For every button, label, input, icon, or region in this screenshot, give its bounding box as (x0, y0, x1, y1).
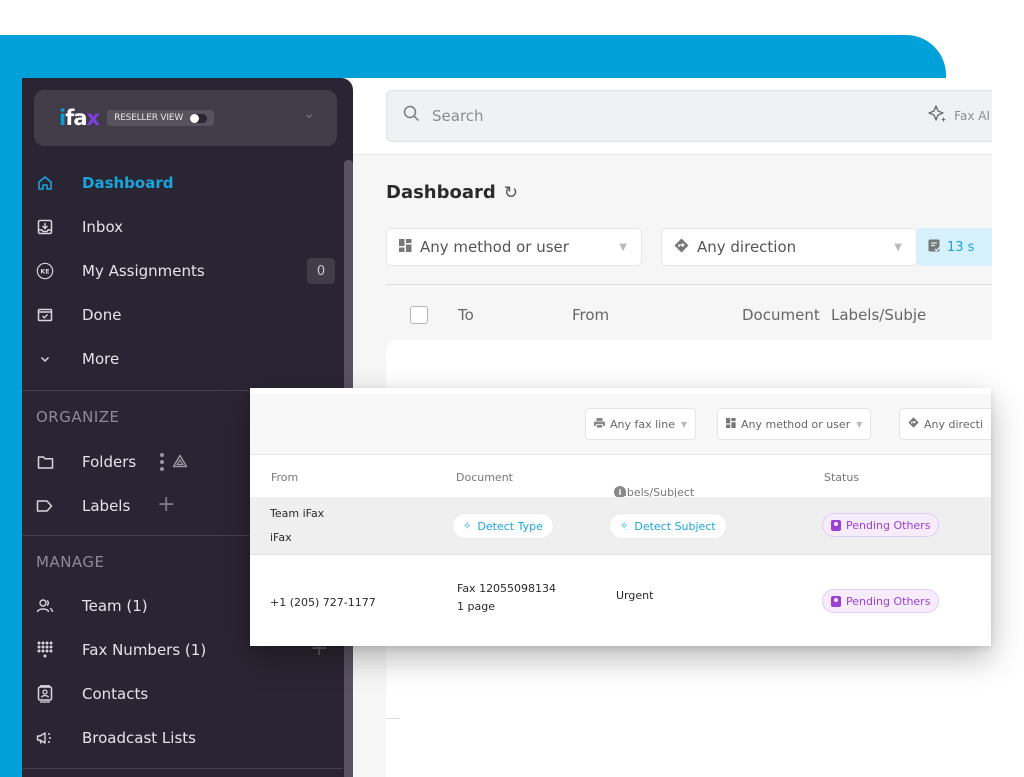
direction-filter-label: Any direction (697, 238, 797, 256)
sparkle-icon: ✧ (620, 520, 629, 532)
detect-subject-button[interactable]: ✧ Detect Subject (610, 514, 726, 538)
manage-section-title: MANAGE (36, 553, 105, 571)
select-all-checkbox[interactable] (410, 306, 428, 324)
method-user-filter[interactable]: Any method or user ▼ (386, 228, 642, 266)
contacts-icon (36, 685, 54, 703)
status-badge-label: Pending Others (846, 594, 931, 608)
page-title: Dashboard ↻ (386, 182, 518, 203)
refresh-icon[interactable]: ↻ (504, 183, 518, 203)
column-header-status[interactable]: Status (824, 471, 859, 484)
caret-down-icon: ▼ (619, 241, 627, 253)
sidebar-item-done[interactable]: Done (22, 300, 342, 330)
caret-down-icon: ▼ (894, 241, 902, 253)
toggle-switch[interactable] (190, 113, 208, 123)
reseller-view-toggle[interactable]: RESELLER VIEW (107, 110, 215, 126)
printer-icon (594, 417, 605, 431)
caret-down-icon: ▼ (680, 419, 688, 429)
add-label-icon[interactable]: + (157, 494, 175, 516)
more-options-icon[interactable] (159, 452, 165, 476)
status-badge: Pending Others (822, 589, 940, 613)
done-icon (36, 306, 54, 324)
page-title-text: Dashboard (386, 182, 496, 203)
status-badge: Pending Others (822, 513, 940, 537)
inbox-icon (36, 218, 54, 236)
direction-filter[interactable]: Any direction ▼ (661, 228, 917, 266)
from-number: +1 (205) 727-1177 (270, 596, 376, 609)
overlay-method-user-filter-label: Any method or user (741, 417, 851, 431)
initials-avatar-icon: KE (36, 262, 54, 280)
divider (386, 718, 400, 719)
sidebar-item-inbox[interactable]: Inbox (22, 212, 342, 242)
chevron-down-icon[interactable]: ⌄ (303, 106, 315, 122)
column-header-document[interactable]: Document (456, 471, 513, 484)
column-header-from[interactable]: From (572, 306, 609, 324)
overlay-direction-filter[interactable]: Any directi (899, 408, 991, 440)
assignments-count-badge: 0 (307, 258, 335, 284)
sparkle-icon: ✧ (463, 520, 472, 532)
subject-text: Urgent (616, 589, 654, 602)
svg-text:KE: KE (40, 269, 49, 276)
sidebar-divider (22, 768, 342, 769)
caret-down-icon: ▼ (856, 419, 863, 429)
direction-icon (908, 417, 919, 431)
person-badge-icon (831, 595, 841, 607)
reseller-view-label: RESELLER VIEW (114, 113, 184, 123)
table-header: To From Document Labels/Subje (386, 300, 992, 330)
organize-section-title: ORGANIZE (36, 408, 120, 426)
detect-type-label: Detect Type (477, 519, 543, 533)
sidebar-item-broadcast-lists[interactable]: Broadcast Lists (22, 723, 342, 753)
count-chip[interactable]: 13 s (916, 228, 992, 266)
sidebar-item-contacts[interactable]: Contacts (22, 679, 342, 709)
overlay-method-user-filter[interactable]: Any method or user ▼ (717, 408, 872, 440)
team-icon (36, 597, 54, 615)
folder-icon (36, 453, 54, 471)
megaphone-icon (36, 729, 54, 747)
sparkle-icon (928, 105, 948, 127)
overlay-table-header: From Document Labels/Subject i Status (250, 456, 991, 499)
status-badge-label: Pending Others (846, 518, 931, 532)
grid-icon (726, 417, 736, 431)
table-preview-card: Any fax line ▼ Any method or user ▼ Any … (250, 388, 991, 646)
chevron-down-icon (36, 350, 54, 368)
document-check-icon (928, 239, 941, 256)
table-row[interactable]: Team iFax iFax ✧ Detect Type ✧ Detect Su… (250, 497, 991, 555)
column-header-from[interactable]: From (271, 471, 298, 484)
grid-icon (399, 238, 412, 256)
overlay-filter-bar: Any fax line ▼ Any method or user ▼ Any … (250, 394, 991, 455)
top-bar: Search Fax AI (353, 78, 992, 155)
search-icon (403, 105, 420, 127)
detect-subject-label: Detect Subject (634, 519, 716, 533)
from-name: Team iFax (270, 507, 325, 520)
search-input[interactable]: Search Fax AI (386, 90, 992, 142)
google-drive-icon[interactable] (172, 454, 188, 472)
dialpad-icon (36, 641, 54, 659)
detect-type-button[interactable]: ✧ Detect Type (453, 514, 553, 538)
sidebar-item-my-assignments[interactable]: KE My Assignments 0 (22, 256, 342, 286)
method-user-filter-label: Any method or user (420, 238, 569, 256)
fax-ai-button[interactable]: Fax AI (928, 105, 992, 127)
column-header-labels-subject[interactable]: Labels/Subje (831, 306, 926, 324)
label-icon (36, 497, 54, 515)
overlay-direction-filter-label: Any directi (924, 417, 984, 431)
person-badge-icon (831, 519, 841, 531)
direction-icon (674, 238, 689, 257)
from-org: iFax (270, 531, 292, 544)
home-icon (36, 174, 54, 192)
column-header-document[interactable]: Document (742, 306, 820, 324)
sidebar-item-dashboard[interactable]: Dashboard (22, 168, 342, 198)
ifax-logo: ifax (59, 106, 100, 130)
table-row[interactable]: +1 (205) 727-1177 Fax 12055098134 1 page… (250, 556, 991, 646)
document-name: Fax 12055098134 (457, 582, 557, 595)
divider (386, 284, 992, 285)
document-pages: 1 page (457, 600, 495, 613)
search-placeholder: Search (432, 107, 484, 125)
fax-ai-label: Fax AI (954, 109, 990, 123)
fax-line-filter[interactable]: Any fax line ▼ (585, 408, 697, 440)
count-chip-label: 13 s (947, 239, 975, 255)
column-header-to[interactable]: To (458, 306, 474, 324)
sidebar-item-more[interactable]: More (22, 344, 342, 374)
fax-line-filter-label: Any fax line (610, 417, 675, 431)
account-switcher[interactable]: ifax RESELLER VIEW ⌄ (34, 90, 337, 146)
